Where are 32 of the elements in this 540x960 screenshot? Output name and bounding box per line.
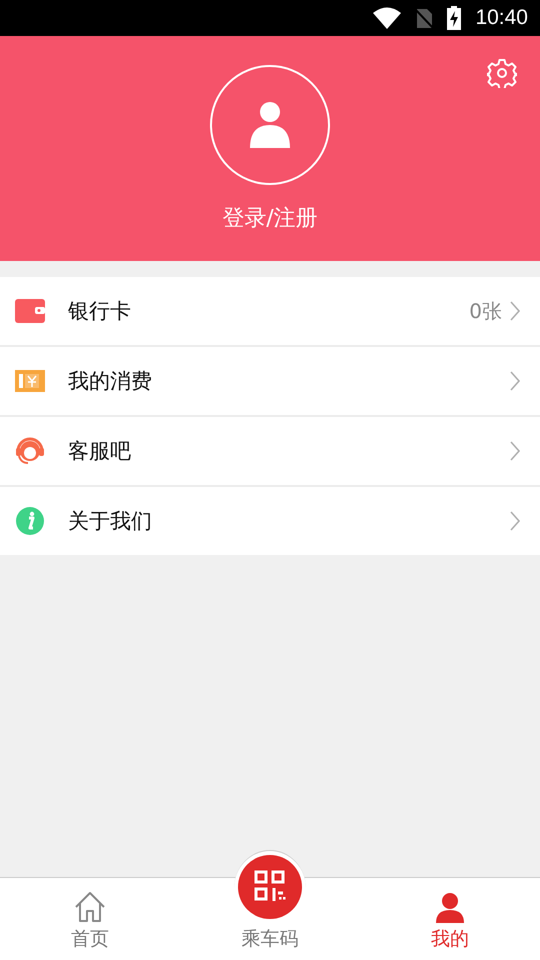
wifi-icon <box>373 7 402 29</box>
nav-tab[interactable]: 我的 <box>360 854 540 960</box>
person-icon <box>249 102 291 148</box>
support-agent-icon <box>15 436 45 466</box>
wallet-icon <box>15 299 45 323</box>
info-icon <box>15 506 45 536</box>
chevron-right-icon <box>510 511 520 531</box>
menu-label: 客服吧 <box>68 438 132 465</box>
menu-label: 关于我们 <box>68 508 153 535</box>
ticket-icon <box>15 370 45 392</box>
status-time: 10:40 <box>475 6 528 30</box>
qr-code-icon <box>238 855 302 919</box>
menu-item[interactable]: 银行卡 0张 <box>0 277 540 347</box>
home-icon <box>74 891 106 923</box>
chevron-right-icon <box>510 441 520 461</box>
nav-label: 我的 <box>431 927 469 952</box>
menu-item[interactable]: 我的消费 <box>0 347 540 417</box>
person-icon <box>436 893 464 923</box>
menu-item[interactable]: 关于我们 <box>0 487 540 555</box>
avatar-button[interactable] <box>210 65 330 185</box>
no-sim-icon <box>415 7 434 29</box>
settings-icon[interactable] <box>487 58 517 88</box>
nav-label: 乘车码 <box>242 927 298 952</box>
battery-charging-icon <box>447 6 462 30</box>
nav-label: 首页 <box>71 927 109 952</box>
chevron-right-icon <box>510 371 520 391</box>
menu-label: 我的消费 <box>68 368 153 395</box>
nav-tab[interactable]: 首页 <box>0 854 180 960</box>
menu-label: 银行卡 <box>68 298 132 325</box>
menu-value: 0张 <box>469 298 502 324</box>
menu-item[interactable]: 客服吧 <box>0 417 540 487</box>
chevron-right-icon <box>510 301 520 321</box>
